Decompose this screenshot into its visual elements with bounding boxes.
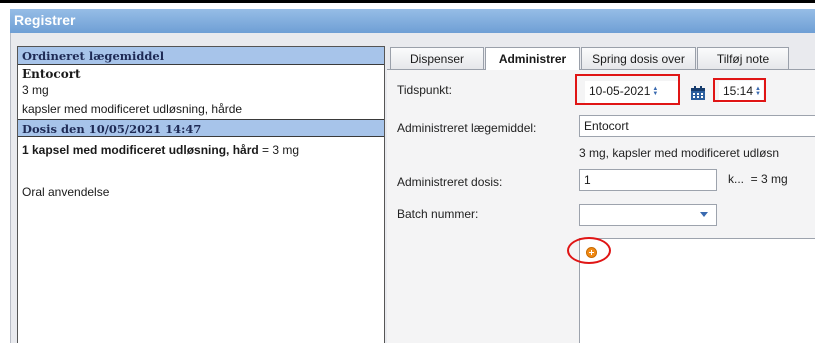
dose-text-rest: = 3 mg	[258, 143, 300, 157]
batch-label: Batch nummer:	[397, 207, 479, 221]
tab-spring-dosis-over[interactable]: Spring dosis over	[581, 47, 696, 69]
tab-administrer[interactable]: Administrer	[485, 47, 580, 70]
ordered-drug-header: Ordineret lægemiddel	[18, 47, 384, 65]
dose-text-bold: 1 kapsel med modificeret udløsning, hård	[22, 143, 259, 157]
chevron-down-icon[interactable]	[700, 212, 708, 217]
note-area[interactable]	[579, 238, 815, 343]
top-border	[0, 0, 815, 3]
ordered-drug-strength: 3 mg	[22, 83, 49, 97]
administrer-tab-panel: Tidspunkt: 10-05-2021 ▲ ▼ 15:14 ▲ ▼ Administ…	[387, 69, 815, 343]
registrer-dialog: Registrer Ordineret lægemiddel Entocort …	[0, 0, 815, 343]
dose-label: Administreret dosis:	[397, 175, 503, 189]
order-info-panel: Ordineret lægemiddel Entocort 3 mg kapsl…	[17, 46, 385, 343]
window-title: Registrer	[10, 9, 815, 33]
time-label: Tidspunkt:	[397, 83, 452, 97]
drug-label: Administreret lægemiddel:	[397, 121, 537, 135]
dose-text: 1 kapsel med modificeret udløsning, hård…	[18, 137, 348, 158]
add-icon-highlight	[567, 237, 611, 264]
batch-select[interactable]	[579, 204, 717, 226]
date-highlight	[575, 74, 680, 105]
dose-field[interactable]: 1	[579, 169, 717, 191]
drug-description: 3 mg, kapsler med modificeret udløsn	[579, 146, 780, 160]
calendar-icon[interactable]	[690, 85, 706, 101]
dose-header: Dosis den 10/05/2021 14:47	[18, 119, 384, 137]
route-text: Oral anvendelse	[22, 185, 110, 199]
ordered-drug-name: Entocort	[22, 67, 81, 81]
time-highlight	[713, 78, 766, 102]
tab-tilfoej-note[interactable]: Tilføj note	[697, 47, 789, 69]
window-body: Ordineret lægemiddel Entocort 3 mg kapsl…	[10, 33, 815, 343]
tab-dispenser[interactable]: Dispenser	[390, 47, 484, 69]
dose-unit: k... = 3 mg	[728, 172, 788, 186]
drug-field[interactable]: Entocort	[579, 115, 815, 137]
ordered-drug-form: kapsler med modificeret udløsning, hårde	[22, 102, 243, 116]
